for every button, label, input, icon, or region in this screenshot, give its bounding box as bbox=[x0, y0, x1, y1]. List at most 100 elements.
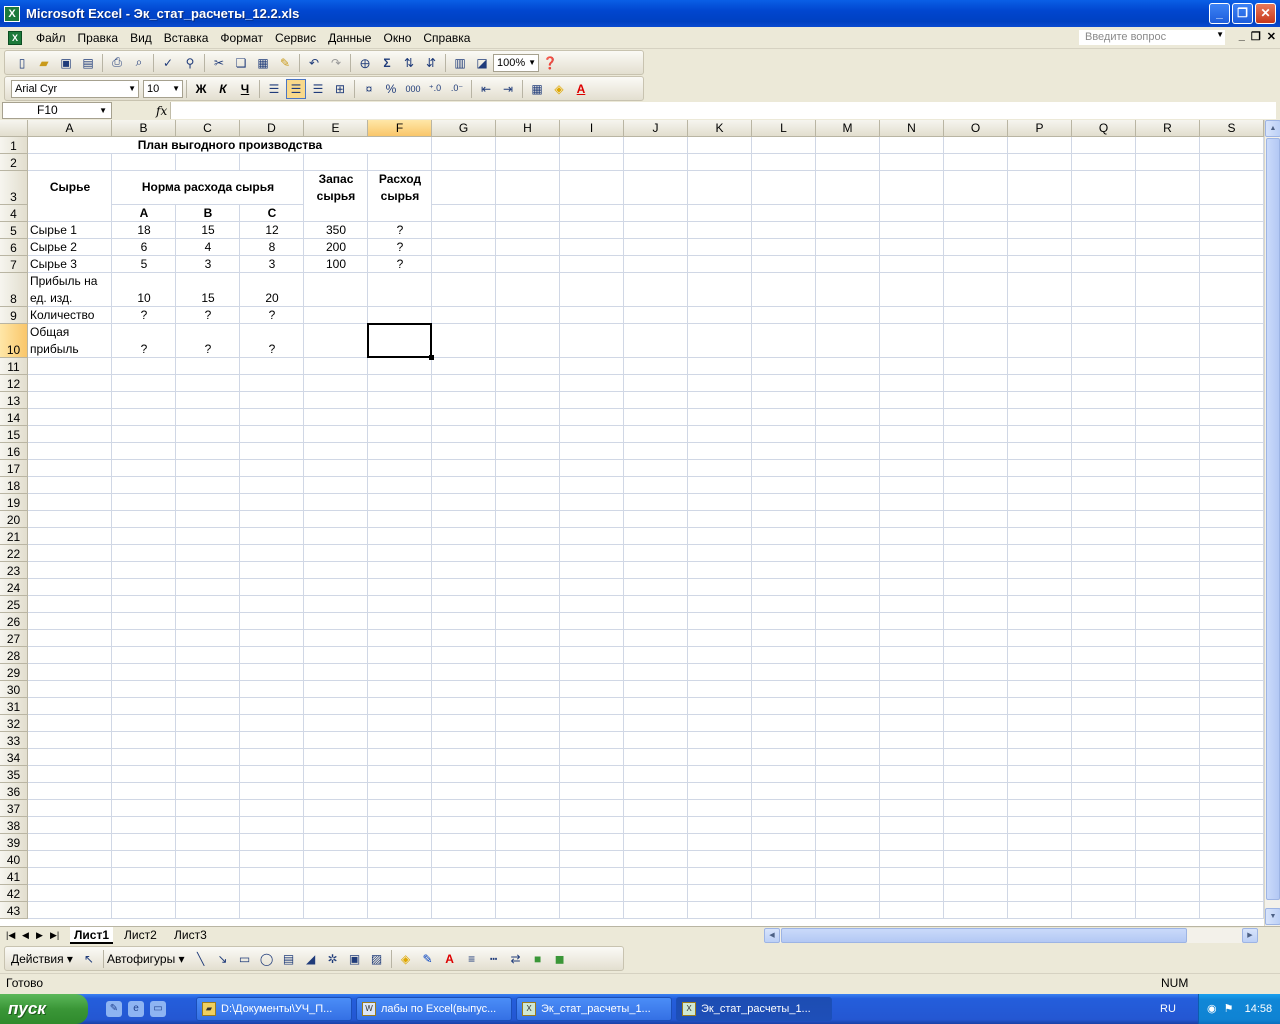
column-header[interactable]: E bbox=[304, 120, 368, 137]
cell[interactable]: ? bbox=[368, 239, 432, 256]
sort-ascending-icon[interactable]: ⇅ bbox=[399, 53, 419, 73]
row-header[interactable]: 19 bbox=[0, 494, 28, 511]
arrow-style-icon[interactable]: ⇄ bbox=[506, 949, 526, 969]
sort-descending-icon[interactable]: ⇵ bbox=[421, 53, 441, 73]
cell[interactable]: 350 bbox=[304, 222, 368, 239]
excel-icon[interactable]: X bbox=[4, 5, 20, 22]
align-left-icon[interactable]: ☰ bbox=[264, 79, 284, 99]
autoshapes-menu[interactable]: Автофигуры ▾ bbox=[107, 952, 185, 966]
profit-label[interactable]: ед. изд. bbox=[28, 290, 112, 307]
column-header[interactable]: M bbox=[816, 120, 880, 137]
first-sheet-icon[interactable]: |◀ bbox=[6, 927, 15, 944]
sheet-title[interactable]: План выгодного производства bbox=[28, 137, 432, 154]
column-header[interactable]: L bbox=[752, 120, 816, 137]
row-header[interactable]: 7 bbox=[0, 256, 28, 273]
row-header[interactable]: 14 bbox=[0, 409, 28, 426]
norm-header[interactable]: Норма расхода сырья bbox=[112, 179, 304, 196]
bold-button[interactable]: Ж bbox=[191, 79, 211, 99]
cell[interactable]: 8 bbox=[240, 239, 304, 256]
task-word[interactable]: Wлабы по Excel(выпус... bbox=[356, 997, 512, 1021]
help-search-input[interactable]: Введите вопрос bbox=[1078, 29, 1226, 46]
scroll-right-icon[interactable]: ▶ bbox=[1242, 928, 1258, 943]
column-header[interactable]: H bbox=[496, 120, 560, 137]
row-header[interactable]: 3 bbox=[0, 171, 28, 205]
row-header[interactable]: 2 bbox=[0, 154, 28, 171]
formula-input[interactable] bbox=[170, 102, 1276, 119]
row-header[interactable]: 43 bbox=[0, 902, 28, 919]
row-header[interactable]: 18 bbox=[0, 477, 28, 494]
arrow-icon[interactable]: ↘ bbox=[213, 949, 233, 969]
task-explorer[interactable]: ▰ D:\Документы\УЧ_П... bbox=[196, 997, 352, 1021]
row-header[interactable]: 4 bbox=[0, 205, 28, 222]
maximize-button[interactable]: ❐ bbox=[1232, 3, 1253, 24]
last-sheet-icon[interactable]: ▶| bbox=[50, 927, 59, 944]
cell[interactable]: ? bbox=[176, 341, 240, 358]
start-button[interactable]: пуск bbox=[0, 994, 88, 1024]
currency-icon[interactable]: ¤ bbox=[359, 79, 379, 99]
vertical-scrollbar[interactable]: ▲ ▼ bbox=[1264, 120, 1280, 926]
row-header[interactable]: 23 bbox=[0, 562, 28, 579]
task-excel-2[interactable]: X Эк_стат_расчеты_1... bbox=[676, 997, 832, 1021]
row-header[interactable]: 26 bbox=[0, 613, 28, 630]
help-icon[interactable]: ❓ bbox=[540, 53, 560, 73]
row-header[interactable]: 16 bbox=[0, 443, 28, 460]
select-all-corner[interactable] bbox=[0, 120, 28, 137]
row-header[interactable]: 37 bbox=[0, 800, 28, 817]
row-header[interactable]: 9 bbox=[0, 307, 28, 324]
row-header[interactable]: 42 bbox=[0, 885, 28, 902]
column-header[interactable]: R bbox=[1136, 120, 1200, 137]
fill-handle[interactable] bbox=[429, 355, 434, 360]
decrease-indent-icon[interactable]: ⇤ bbox=[476, 79, 496, 99]
fill-color-icon[interactable]: ◈ bbox=[549, 79, 569, 99]
raw-header[interactable]: Сырье bbox=[28, 179, 112, 196]
textbox-icon[interactable]: ▤ bbox=[279, 949, 299, 969]
cut-icon[interactable]: ✂ bbox=[209, 53, 229, 73]
stock-header[interactable]: Запас bbox=[304, 171, 368, 188]
align-right-icon[interactable]: ☰ bbox=[308, 79, 328, 99]
diagram-icon[interactable]: ✲ bbox=[323, 949, 343, 969]
prev-sheet-icon[interactable]: ◀ bbox=[22, 927, 29, 944]
column-header[interactable]: K bbox=[688, 120, 752, 137]
usage-header[interactable]: сырья bbox=[368, 188, 432, 205]
cell[interactable]: ? bbox=[112, 307, 176, 324]
row-header[interactable]: 10 bbox=[0, 324, 28, 358]
autosum-icon[interactable]: Σ bbox=[377, 53, 397, 73]
column-header[interactable]: C bbox=[176, 120, 240, 137]
shadow-icon[interactable]: ■ bbox=[528, 949, 548, 969]
horizontal-scroll-thumb[interactable] bbox=[781, 928, 1187, 943]
product-header[interactable]: C bbox=[240, 205, 304, 222]
select-objects-icon[interactable]: ↖ bbox=[79, 949, 99, 969]
rectangle-icon[interactable]: ▭ bbox=[235, 949, 255, 969]
cell[interactable]: ? bbox=[240, 341, 304, 358]
cell[interactable]: 18 bbox=[112, 222, 176, 239]
row-header[interactable]: 40 bbox=[0, 851, 28, 868]
row-header[interactable]: 39 bbox=[0, 834, 28, 851]
row-header[interactable]: 5 bbox=[0, 222, 28, 239]
row-header[interactable]: 31 bbox=[0, 698, 28, 715]
next-sheet-icon[interactable]: ▶ bbox=[36, 927, 43, 944]
row-header[interactable]: 13 bbox=[0, 392, 28, 409]
menu-file[interactable]: Файл bbox=[30, 31, 72, 45]
font-color-icon[interactable]: A bbox=[571, 79, 591, 99]
language-indicator[interactable]: RU bbox=[1160, 994, 1176, 1024]
cell[interactable]: 20 bbox=[240, 290, 304, 307]
quantity-label[interactable]: Количество bbox=[28, 307, 112, 324]
total-profit-label[interactable]: Общая bbox=[28, 324, 112, 341]
percent-button[interactable]: % bbox=[381, 79, 401, 99]
menu-edit[interactable]: Правка bbox=[72, 31, 125, 45]
menu-tools[interactable]: Сервис bbox=[269, 31, 322, 45]
hyperlink-icon[interactable]: 🜨 bbox=[355, 53, 375, 73]
thousands-button[interactable]: 000 bbox=[403, 79, 423, 99]
cell[interactable]: ? bbox=[368, 256, 432, 273]
column-header[interactable]: Q bbox=[1072, 120, 1136, 137]
cell[interactable]: 15 bbox=[176, 222, 240, 239]
zoom-select[interactable]: 100% ▼ bbox=[493, 53, 539, 72]
line-style-icon[interactable]: ≡ bbox=[462, 949, 482, 969]
scroll-left-icon[interactable]: ◀ bbox=[764, 928, 780, 943]
row-header[interactable]: 27 bbox=[0, 630, 28, 647]
increase-decimal-icon[interactable]: ⁺.0 bbox=[425, 79, 445, 99]
cell[interactable]: 10 bbox=[112, 290, 176, 307]
cell[interactable]: 15 bbox=[176, 290, 240, 307]
copy-icon[interactable]: ❏ bbox=[231, 53, 251, 73]
cell[interactable]: ? bbox=[176, 307, 240, 324]
